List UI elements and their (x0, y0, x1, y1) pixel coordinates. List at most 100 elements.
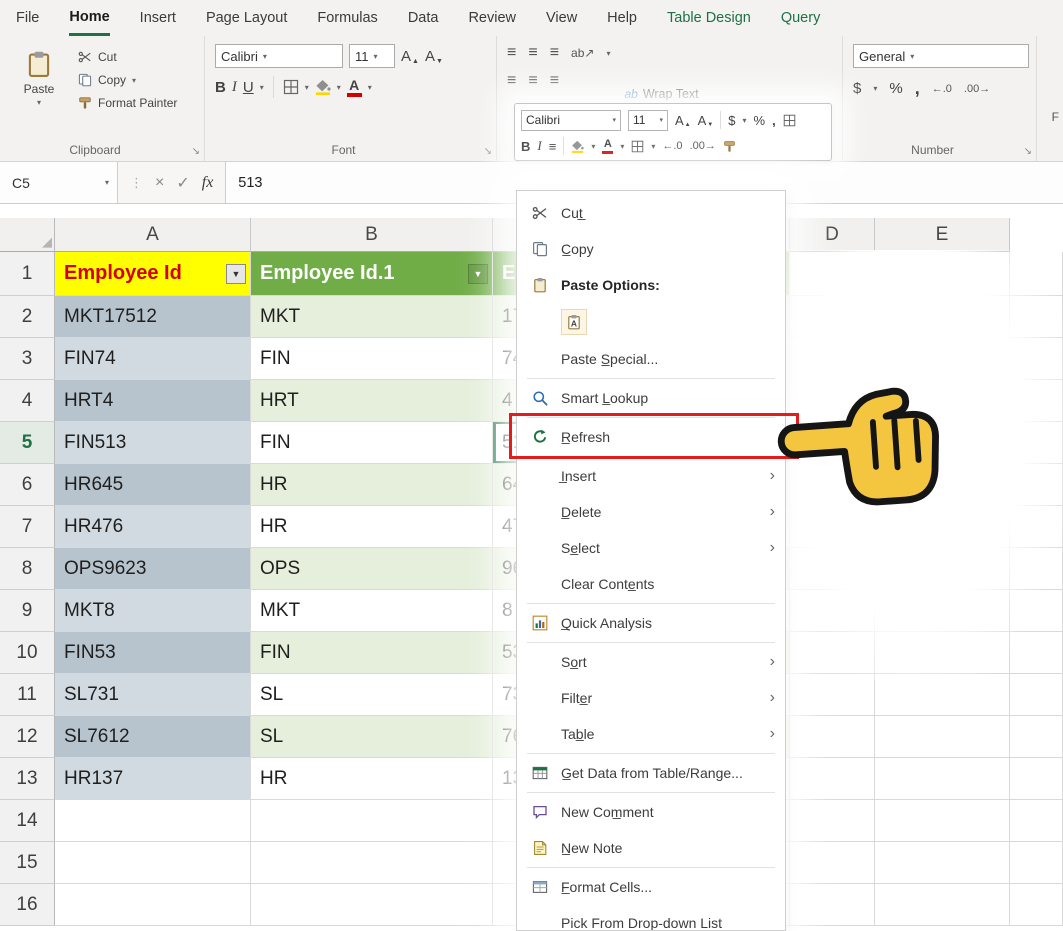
cell-e[interactable] (875, 548, 1010, 590)
filter-dropdown-icon[interactable]: ▼ (468, 264, 488, 284)
decrease-decimal-icon[interactable]: .00→ (690, 140, 716, 152)
font-name-combo[interactable]: Calibri ▾ (215, 44, 343, 68)
row-header[interactable]: 14 (0, 800, 55, 842)
cell-b[interactable]: HRT (251, 380, 493, 422)
column-header[interactable]: E (875, 218, 1010, 252)
ribbon-tab[interactable]: Help (607, 0, 637, 36)
cell-a[interactable] (55, 842, 251, 884)
font-color-button[interactable]: A (602, 139, 613, 154)
cell-e[interactable] (875, 590, 1010, 632)
ribbon-tab[interactable]: Home (69, 0, 109, 36)
filter-dropdown-icon[interactable]: ▼ (226, 264, 246, 284)
cell-d[interactable] (790, 296, 875, 338)
cell-b[interactable] (251, 800, 493, 842)
ribbon-tab[interactable]: Data (408, 0, 439, 36)
row-header[interactable]: 13 (0, 758, 55, 800)
cell-d1[interactable] (790, 252, 875, 296)
cell-b[interactable]: SL (251, 674, 493, 716)
row-header[interactable]: 6 (0, 464, 55, 506)
name-box[interactable]: C5 ▾ (0, 162, 118, 203)
accounting-format-button[interactable]: $ (853, 80, 861, 97)
cell-e[interactable] (875, 422, 1010, 464)
enter-icon[interactable]: ✓ (176, 173, 189, 193)
copy-button[interactable]: Copy ▾ (78, 73, 177, 87)
percent-style-button[interactable]: % (889, 80, 902, 97)
cell-e[interactable] (875, 632, 1010, 674)
cell-a[interactable]: HR645 (55, 464, 251, 506)
increase-font-button[interactable]: A▲ (401, 48, 419, 65)
cell-d[interactable] (790, 506, 875, 548)
borders-icon[interactable] (631, 140, 644, 153)
menu-item-format-cells[interactable]: F̲ormat Cells... (517, 869, 785, 905)
cell-b[interactable]: FIN (251, 338, 493, 380)
cell-d[interactable] (790, 800, 875, 842)
menu-item-get-data[interactable]: G̲et Data from Table/Range... (517, 755, 785, 791)
cell-d[interactable] (790, 884, 875, 926)
column-header[interactable]: D (790, 218, 875, 252)
ribbon-tab[interactable]: Page Layout (206, 0, 287, 36)
cell-b1[interactable]: Employee Id.1 ▼ (251, 252, 493, 296)
row-header[interactable]: 16 (0, 884, 55, 926)
menu-item-new-note[interactable]: N̲ew Note (517, 830, 785, 866)
cell-b[interactable]: FIN (251, 422, 493, 464)
menu-item-refresh[interactable]: R̲efresh (517, 419, 785, 455)
cell-b[interactable]: FIN (251, 632, 493, 674)
cell-d[interactable] (790, 842, 875, 884)
cell-d[interactable] (790, 338, 875, 380)
paste-button[interactable]: Paste ▾ (10, 44, 68, 137)
cell-a[interactable]: FIN53 (55, 632, 251, 674)
row-header[interactable]: 10 (0, 632, 55, 674)
cell-b[interactable] (251, 842, 493, 884)
cell-d[interactable] (790, 674, 875, 716)
align-center-icon[interactable]: ≡ (528, 72, 537, 90)
cell-e[interactable] (875, 296, 1010, 338)
cell-e[interactable] (875, 674, 1010, 716)
align-right-icon[interactable]: ≡ (550, 72, 559, 90)
dialog-launcher-icon[interactable]: ↘ (192, 146, 200, 157)
cell-a[interactable]: HRT4 (55, 380, 251, 422)
format-painter-button[interactable]: Format Painter (78, 96, 177, 110)
cell-e[interactable] (875, 758, 1010, 800)
ribbon-tab[interactable]: File (16, 0, 39, 36)
row-header[interactable]: 2 (0, 296, 55, 338)
accounting-format-button[interactable]: $ (728, 113, 735, 128)
menu-item-sort[interactable]: So̲rt › (517, 644, 785, 680)
italic-button[interactable]: I (537, 138, 541, 154)
row-header-1[interactable]: 1 (0, 252, 55, 296)
ribbon-tab[interactable]: Table Design (667, 0, 751, 36)
underline-button[interactable]: U (243, 79, 254, 96)
cell-a1[interactable]: Employee Id ▼ (55, 252, 251, 296)
cell-a[interactable]: FIN513 (55, 422, 251, 464)
cut-button[interactable]: Cut (78, 50, 177, 64)
menu-item-filter[interactable]: Filte̲r › (517, 680, 785, 716)
cell-e[interactable] (875, 506, 1010, 548)
cell-d[interactable] (790, 758, 875, 800)
format-painter-icon[interactable] (723, 140, 736, 153)
increase-decimal-icon[interactable]: ←.0 (662, 140, 682, 152)
cell-b[interactable]: HR (251, 758, 493, 800)
cell-a[interactable]: SL7612 (55, 716, 251, 758)
row-header[interactable]: 12 (0, 716, 55, 758)
cell-e[interactable] (875, 800, 1010, 842)
bold-button[interactable]: B (215, 79, 226, 96)
cell-a[interactable]: SL731 (55, 674, 251, 716)
cell-d[interactable] (790, 464, 875, 506)
cell-d[interactable] (790, 380, 875, 422)
menu-item-delete[interactable]: D̲elete › (517, 494, 785, 530)
ribbon-tab[interactable]: Query (781, 0, 821, 36)
row-header[interactable]: 8 (0, 548, 55, 590)
decrease-font-button[interactable]: A▼ (425, 48, 443, 65)
comma-style-button[interactable]: , (772, 113, 776, 128)
cell-a[interactable]: FIN74 (55, 338, 251, 380)
number-format-combo[interactable]: General ▾ (853, 44, 1029, 68)
menu-item-select[interactable]: Se̲lect › (517, 530, 785, 566)
cell-d[interactable] (790, 548, 875, 590)
cell-b[interactable]: OPS (251, 548, 493, 590)
bold-button[interactable]: B (521, 139, 530, 154)
menu-item-paste-special[interactable]: Paste S̲pecial... (517, 341, 785, 377)
row-header[interactable]: 5 (0, 422, 55, 464)
cell-e[interactable] (875, 338, 1010, 380)
menu-item-new-comment[interactable]: New Com̲ment (517, 794, 785, 830)
row-header[interactable]: 11 (0, 674, 55, 716)
menu-item-clear-contents[interactable]: Clear Conte̲nts (517, 566, 785, 602)
